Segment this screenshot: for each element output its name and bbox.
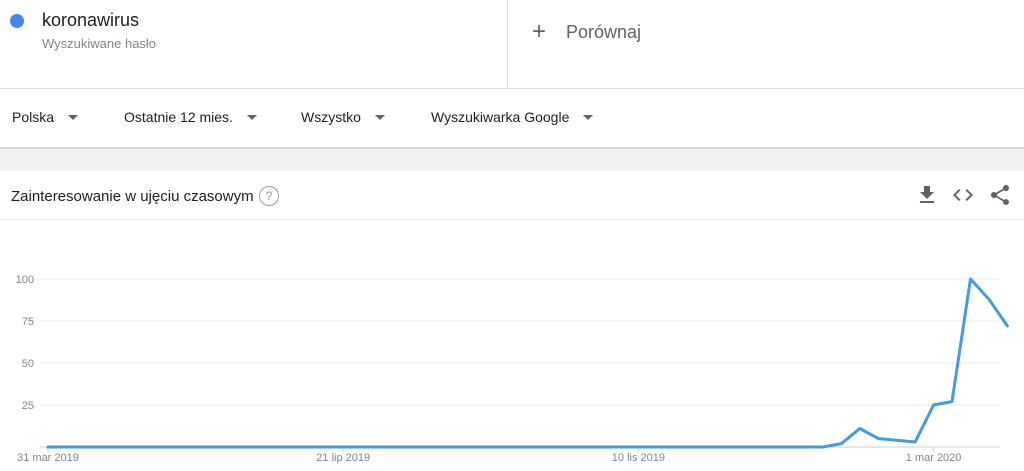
region-dropdown[interactable]: Polska [12, 109, 79, 125]
search-term[interactable]: koronawirus Wyszukiwane hasło [0, 0, 508, 88]
x-tick-label: 10 lis 2019 [612, 452, 665, 464]
search-term-bar: koronawirus Wyszukiwane hasło + Porównaj [0, 0, 1024, 89]
period-label: Ostatnie 12 mies. [124, 109, 233, 125]
category-label: Wszystko [301, 109, 361, 125]
region-label: Polska [12, 109, 55, 125]
y-tick-label: 25 [22, 400, 34, 412]
card-title: Zainteresowanie w ujęciu czasowym [11, 188, 254, 205]
y-tick-label: 75 [22, 316, 34, 328]
compare-label: Porównaj [566, 22, 642, 42]
chevron-down-icon [68, 114, 79, 120]
x-tick-label: 1 mar 2020 [906, 452, 962, 464]
interest-line-chart: 25 50 75 100 31 mar 2019 21 lip 2019 10 lis 2… [16, 274, 1009, 464]
source-dropdown[interactable]: Wyszukiwarka Google [431, 109, 594, 125]
term-name[interactable]: koronawirus [42, 10, 139, 31]
term-subtitle: Wyszukiwane hasło [42, 36, 157, 51]
period-dropdown[interactable]: Ostatnie 12 mies. [124, 109, 257, 125]
section-divider-band [0, 149, 1024, 171]
source-label: Wyszukiwarka Google [431, 109, 570, 125]
y-tick-label: 100 [16, 274, 34, 286]
chevron-down-icon [374, 114, 385, 120]
x-tick-label: 31 mar 2019 [17, 452, 79, 464]
category-dropdown[interactable]: Wszystko [301, 109, 385, 125]
x-tick-label: 21 lip 2019 [316, 452, 370, 464]
compare-button[interactable]: + Porównaj [508, 0, 1024, 88]
download-icon[interactable] [915, 183, 939, 207]
card-header-divider [0, 219, 1024, 220]
chevron-down-icon [583, 114, 594, 120]
term-color-dot [10, 14, 24, 28]
chevron-down-icon [246, 114, 257, 120]
filter-bar: Polska Ostatnie 12 mies. Wszystko Wyszuk… [0, 89, 1024, 149]
embed-code-icon[interactable] [951, 183, 975, 207]
y-tick-label: 50 [22, 358, 34, 370]
plus-icon: + [532, 18, 547, 45]
share-icon[interactable] [988, 183, 1012, 207]
question-mark-icon[interactable]: ? [259, 186, 279, 206]
